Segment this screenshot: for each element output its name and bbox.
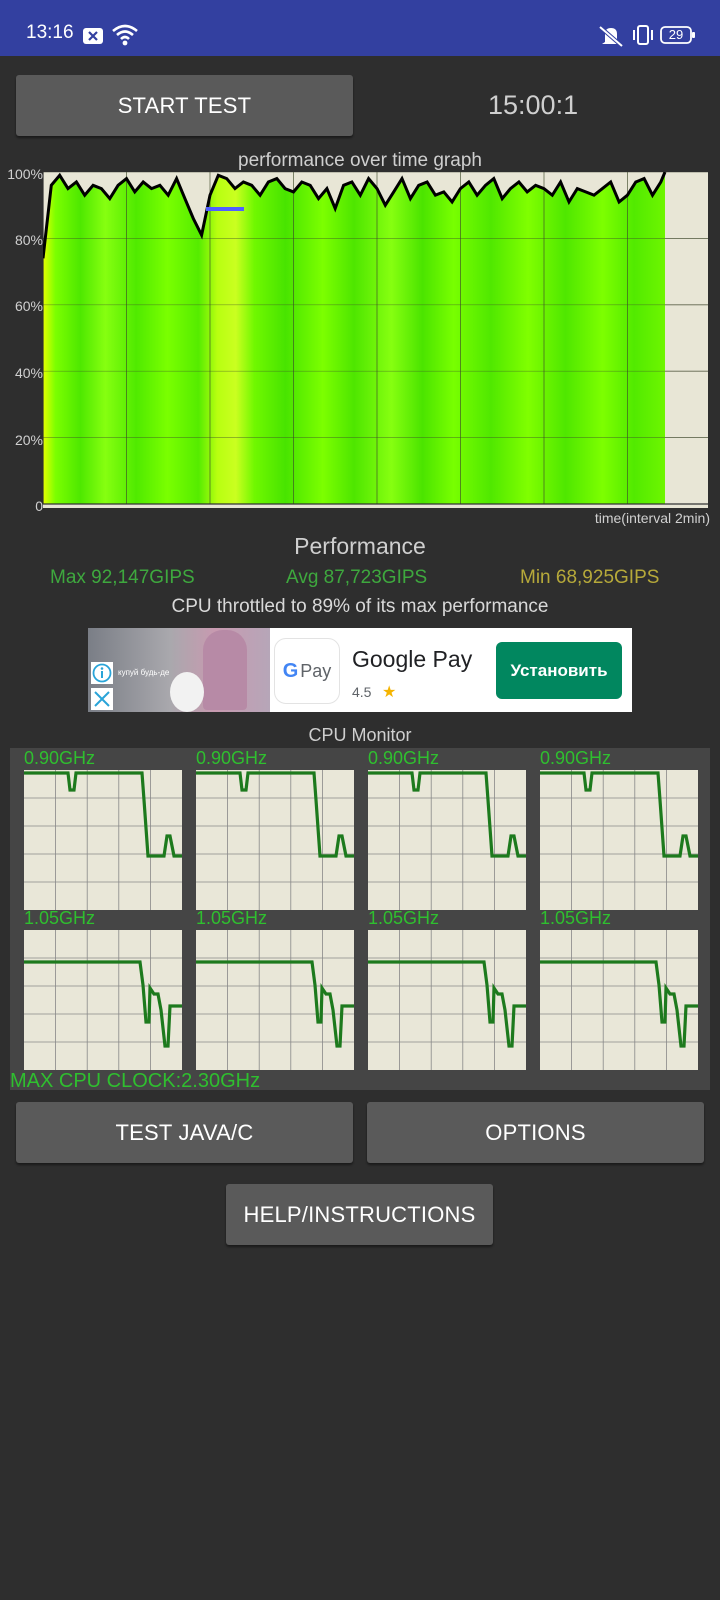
ad-image[interactable]: купуй будь-де bbox=[88, 628, 270, 712]
core-graph bbox=[24, 770, 182, 910]
core-frequency-label: 0.90GHz bbox=[196, 748, 268, 768]
ad-banner[interactable]: купуй будь-де G Pay Google Pay 4.5 ★ Уст… bbox=[88, 628, 632, 712]
muted-bell-icon bbox=[597, 24, 625, 53]
time-axis-label: time(interval 2min) bbox=[594, 510, 710, 526]
core-frequency-label: 0.90GHz bbox=[24, 748, 96, 768]
core-graph bbox=[540, 930, 698, 1070]
ad-close-icon[interactable] bbox=[91, 688, 113, 710]
notification-x-icon bbox=[82, 27, 104, 50]
ad-person-figure bbox=[203, 630, 247, 710]
logo-pay-text: Pay bbox=[300, 660, 332, 681]
wifi-icon bbox=[112, 24, 138, 51]
core-graph bbox=[540, 770, 698, 910]
battery-level: 29 bbox=[668, 27, 684, 42]
ad-install-button[interactable]: Установить bbox=[496, 642, 622, 699]
core-frequency-label: 0.90GHz bbox=[540, 748, 612, 768]
core-graph bbox=[196, 930, 354, 1070]
graph-title: performance over time graph bbox=[238, 150, 482, 171]
max-performance: Max 92,147GIPS bbox=[50, 567, 195, 588]
core-frequency-label: 1.05GHz bbox=[196, 908, 268, 928]
performance-area bbox=[43, 172, 665, 504]
min-performance: Min 68,925GIPS bbox=[520, 567, 660, 588]
core-frequency-label: 0.90GHz bbox=[368, 748, 440, 768]
help-instructions-button[interactable]: HELP/INSTRUCTIONS bbox=[226, 1184, 493, 1245]
core-frequency-label: 1.05GHz bbox=[24, 908, 96, 928]
ad-app-name[interactable]: Google Pay bbox=[352, 646, 472, 673]
core-graph bbox=[368, 930, 526, 1070]
core-graph bbox=[24, 930, 182, 1070]
ad-info-icon[interactable] bbox=[91, 662, 113, 684]
core-frequency-label: 1.05GHz bbox=[368, 908, 440, 928]
star-icon: ★ bbox=[382, 684, 397, 701]
max-cpu-clock: MAX CPU CLOCK:2.30GHz bbox=[10, 1070, 261, 1092]
status-bar: 13:16 29 bbox=[0, 0, 720, 56]
status-time: 13:16 bbox=[26, 22, 74, 43]
google-pay-logo[interactable]: G Pay bbox=[274, 638, 340, 704]
y-tick-80: 80% bbox=[14, 232, 43, 248]
test-java-c-button[interactable]: TEST JAVA/C bbox=[16, 1102, 353, 1163]
avg-performance: Avg 87,723GIPS bbox=[286, 567, 428, 588]
start-test-button[interactable]: START TEST bbox=[16, 75, 353, 136]
y-tick-20: 20% bbox=[14, 432, 43, 448]
test-timer: 15:00:1 bbox=[488, 90, 579, 120]
ad-image-caption: купуй будь-де bbox=[118, 668, 170, 677]
y-tick-60: 60% bbox=[14, 298, 43, 314]
ad-rating: 4.5 bbox=[352, 684, 372, 700]
performance-title: Performance bbox=[294, 533, 426, 559]
options-button[interactable]: OPTIONS bbox=[367, 1102, 704, 1163]
cpu-monitor-panel: 0.90GHz 0.90GHz 0.90GHz 0.90GHz 1.05GHz 1.05G… bbox=[10, 748, 710, 1090]
y-tick-100: 100% bbox=[7, 166, 43, 182]
core-graph bbox=[368, 770, 526, 910]
core-frequency-label: 1.05GHz bbox=[540, 908, 612, 928]
graph-marker bbox=[206, 207, 244, 211]
cpu-monitor-title: CPU Monitor bbox=[308, 725, 412, 745]
performance-graph bbox=[43, 172, 708, 508]
throttle-message: CPU throttled to 89% of its max performa… bbox=[171, 596, 549, 617]
y-tick-0: 0 bbox=[35, 498, 43, 514]
g-icon: G bbox=[282, 659, 299, 682]
y-tick-40: 40% bbox=[14, 365, 43, 381]
vibrate-icon bbox=[630, 24, 656, 51]
core-graph bbox=[196, 770, 354, 910]
ad-snowman-figure bbox=[170, 672, 204, 712]
